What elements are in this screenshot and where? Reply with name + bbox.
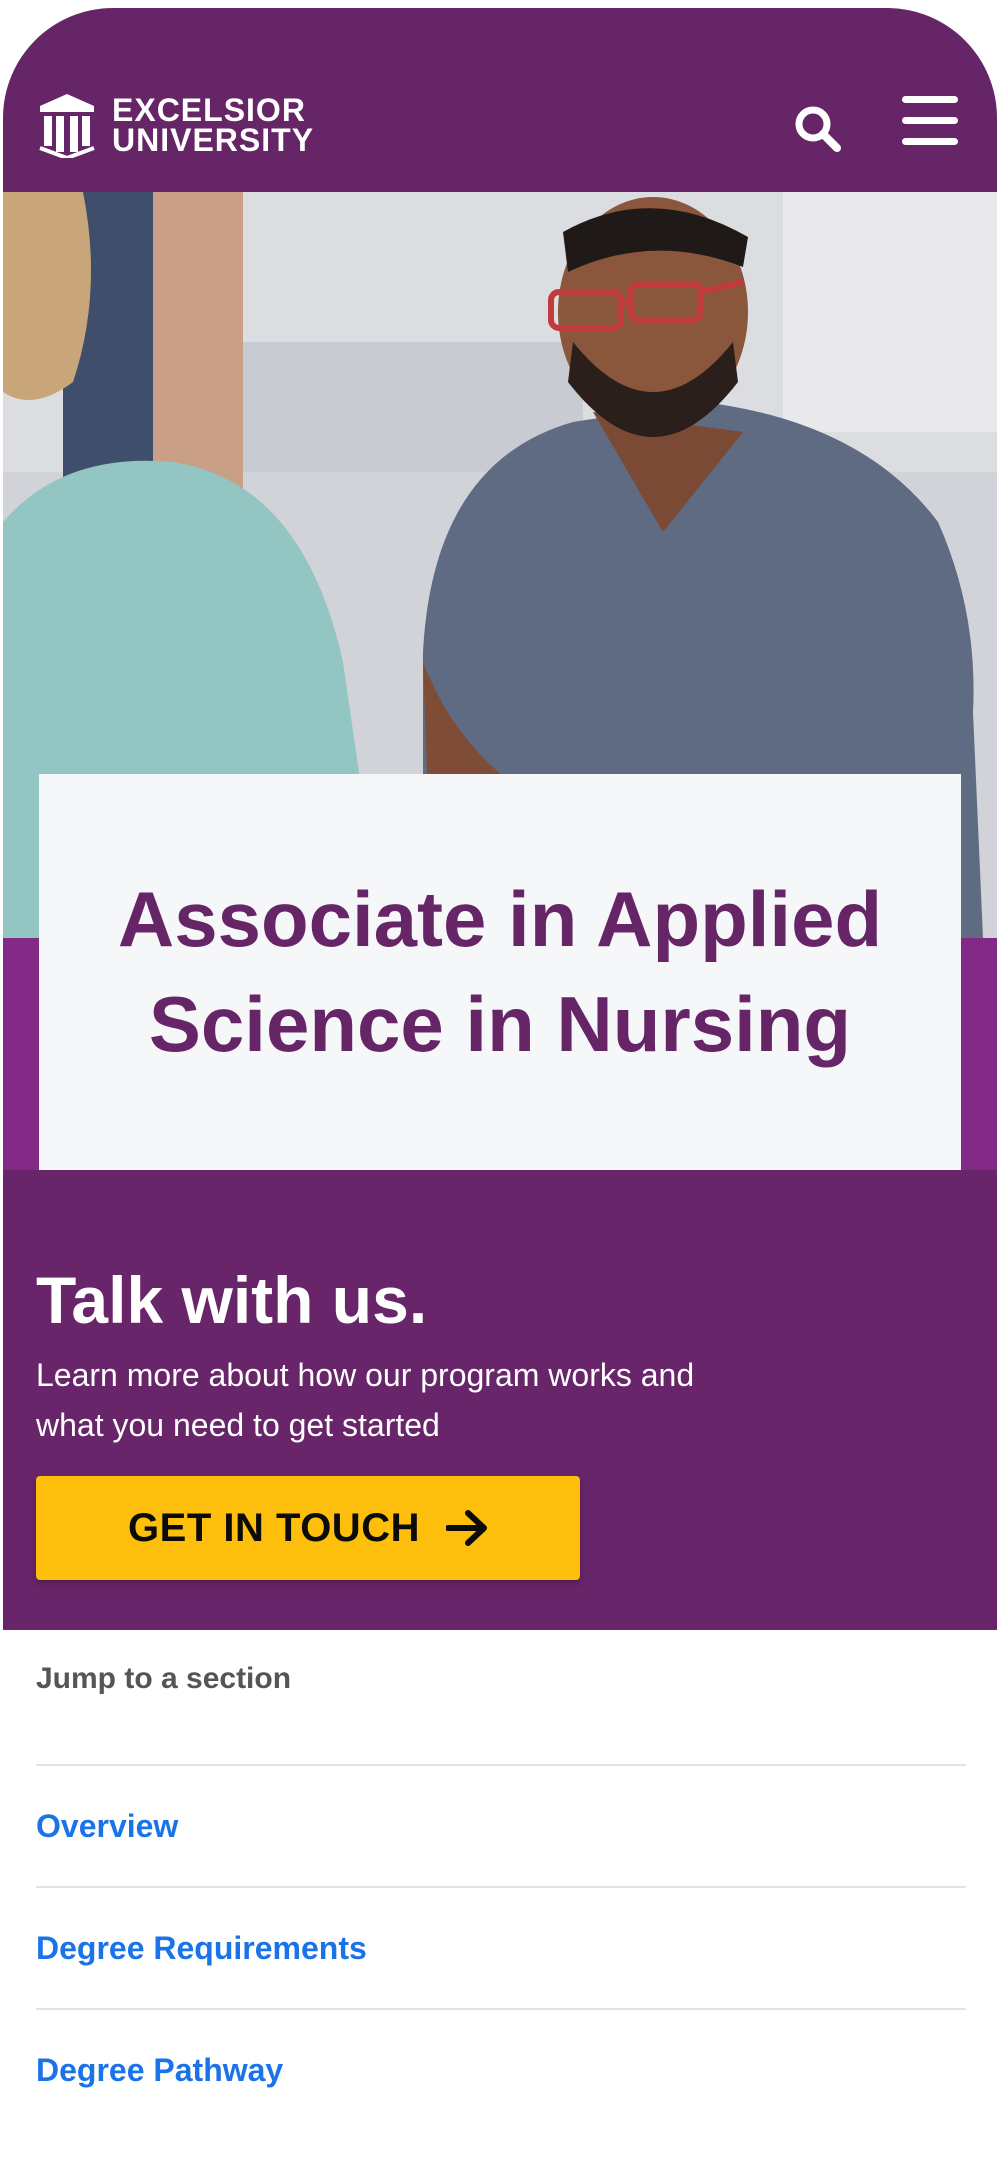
jump-link-degree-pathway[interactable]: Degree Pathway <box>36 2010 966 2130</box>
jump-to-section-nav: Jump to a section Overview Degree Requir… <box>36 1648 966 2130</box>
hamburger-menu-icon <box>902 117 958 124</box>
search-icon <box>795 106 841 152</box>
jump-link-overview[interactable]: Overview <box>36 1766 966 1888</box>
hamburger-menu-icon <box>902 96 958 103</box>
site-header: EXCELSIOR UNIVERSITY <box>3 8 997 192</box>
page-title: Associate in Applied Science in Nursing <box>117 875 883 1068</box>
cta-body: Learn more about how our program works a… <box>36 1357 695 1443</box>
cta-heading: Talk with us. <box>36 1263 428 1337</box>
jump-link-degree-requirements[interactable]: Degree Requirements <box>36 1888 966 2010</box>
jump-to-section-title: Jump to a section <box>36 1648 966 1766</box>
logo-wordmark: EXCELSIOR UNIVERSITY <box>112 92 315 158</box>
logo-pillars-icon <box>39 94 95 158</box>
page: EXCELSIOR UNIVERSITY Associate in Applie… <box>3 8 997 2174</box>
hamburger-menu-icon <box>902 138 958 145</box>
university-logo[interactable]: EXCELSIOR UNIVERSITY <box>36 92 314 158</box>
get-in-touch-label: GET IN TOUCH <box>128 1505 420 1550</box>
hero-title-card: Associate in Applied Science in Nursing <box>39 774 961 1170</box>
arrow-right-icon <box>445 1510 487 1546</box>
search-button[interactable] <box>793 104 843 154</box>
get-in-touch-button[interactable]: GET IN TOUCH <box>36 1476 580 1580</box>
hamburger-menu-button[interactable] <box>902 96 958 148</box>
logo-line-1: EXCELSIOR <box>112 92 306 128</box>
logo-line-2: UNIVERSITY <box>112 122 315 158</box>
talk-with-us-section: Talk with us. Learn more about how our p… <box>3 1170 997 1630</box>
